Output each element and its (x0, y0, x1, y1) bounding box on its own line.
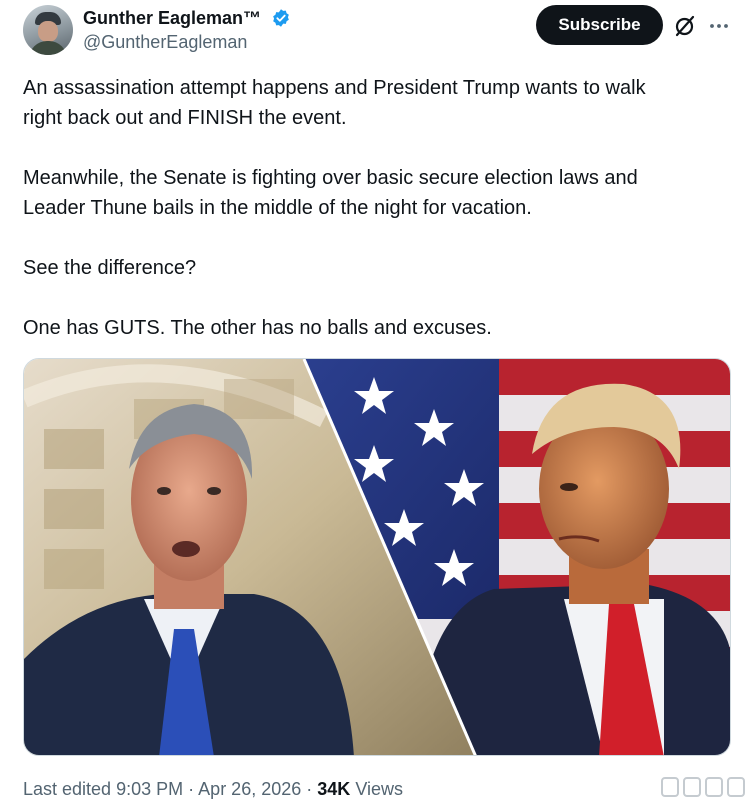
meta-separator: · (188, 779, 195, 799)
subscribe-button[interactable]: Subscribe (536, 5, 663, 45)
tweet-paragraph-3: See the difference? (23, 253, 733, 283)
tweet-paragraph-2: Meanwhile, the Senate is fighting over b… (23, 163, 733, 223)
split-photo-illustration (24, 359, 730, 755)
tweet-paragraph-4: One has GUTS. The other has no balls and… (23, 313, 733, 343)
tweet-line: An assassination attempt happens and Pre… (23, 77, 646, 99)
watermark-icon (661, 777, 745, 797)
views-label: Views (355, 779, 404, 799)
views-count: 34K (317, 779, 351, 799)
author-display-name[interactable]: Gunther Eagleman™ (83, 7, 261, 29)
author-handle[interactable]: @GuntherEagleman (83, 31, 247, 53)
tweet-line: right back out and FINISH the event. (23, 107, 347, 129)
tweet-meta: Last edited 9:03 PM · Apr 26, 2026 · 34K… (23, 777, 403, 801)
tweet-media-image[interactable] (23, 358, 731, 756)
avatar-shirt (29, 41, 67, 55)
tweet-line: One has GUTS. The other has no balls and… (23, 317, 492, 339)
verified-badge-icon (273, 9, 289, 27)
tweet-line: See the difference? (23, 257, 197, 279)
tweet-line: Leader Thune bails in the middle of the … (23, 197, 532, 219)
meta-separator: · (306, 779, 313, 799)
avatar-face (38, 21, 58, 42)
grok-icon[interactable] (673, 14, 697, 38)
more-horizontal-icon[interactable] (707, 14, 731, 38)
tweet-date[interactable]: Apr 26, 2026 (198, 779, 301, 799)
tweet-text: An assassination attempt happens and Pre… (23, 73, 733, 373)
tweet-paragraph-1: An assassination attempt happens and Pre… (23, 73, 733, 133)
tweet-time[interactable]: 9:03 PM (116, 779, 183, 799)
edited-label[interactable]: Last edited (23, 779, 111, 799)
tweet-line: Meanwhile, the Senate is fighting over b… (23, 167, 638, 189)
avatar[interactable] (23, 5, 73, 55)
